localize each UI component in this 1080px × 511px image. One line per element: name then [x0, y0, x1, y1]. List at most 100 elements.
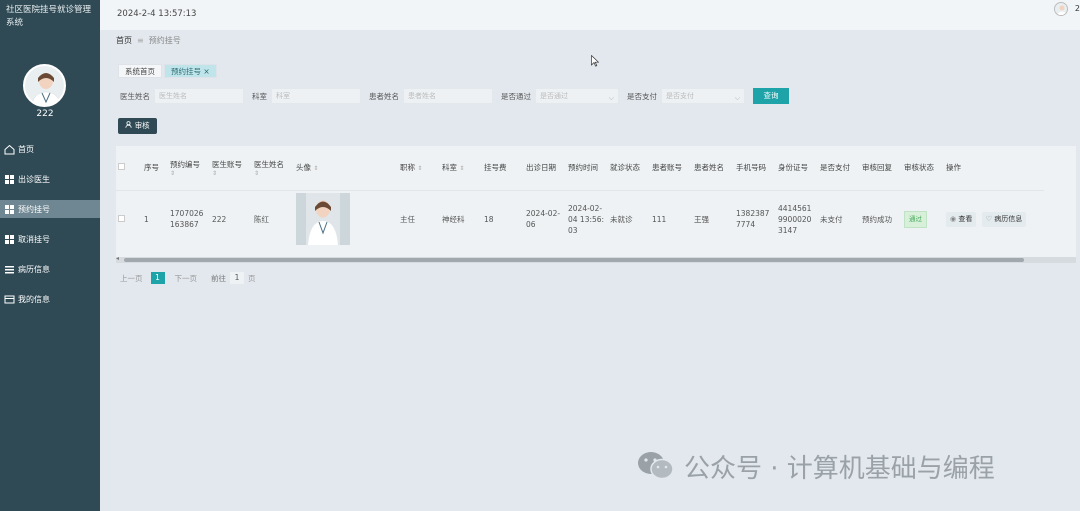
next-page-button[interactable]: 下一页: [175, 273, 198, 284]
grid-icon: [3, 203, 15, 215]
pagination: 上一页 1 下一页 前往 1 页: [120, 272, 256, 284]
sidebar-item-home[interactable]: 首页: [0, 134, 100, 164]
tab-appointment[interactable]: 预约挂号 ×: [164, 64, 217, 78]
table-header-row: 序号 预约编号 ⇕ 医生账号 ⇕ 医生姓名 ⇕ 头像 ⇕ 职称 ⇕ 科室 ⇕ 挂号费 …: [116, 146, 1044, 190]
page-suffix: 页: [248, 273, 256, 283]
col-header: 审核状态: [904, 163, 934, 173]
passed-select-placeholder: 是否通过: [540, 92, 568, 100]
sidebar-item-appointment[interactable]: 预约挂号: [0, 200, 100, 218]
table-horizontal-scrollbar[interactable]: ◂: [116, 255, 1076, 263]
paid-label: 是否支付: [627, 91, 657, 101]
col-header: 操作: [946, 163, 961, 173]
sidebar-item-label: 取消挂号: [18, 234, 50, 244]
home-icon: [3, 143, 15, 155]
breadcrumb-separator: ≡: [137, 36, 144, 45]
col-header-label: 医生姓名: [254, 159, 284, 169]
row-checkbox[interactable]: [118, 214, 125, 222]
grid-icon: [3, 173, 15, 185]
watermark-text: 公众号 · 计算机基础与编程: [684, 453, 995, 484]
cell-visit-date: 2024-02-06: [524, 189, 566, 248]
sidebar-item-doctors[interactable]: 出诊医生: [0, 164, 100, 194]
prev-page-button[interactable]: 上一页: [120, 273, 143, 284]
doctor-name-label: 医生姓名: [120, 91, 150, 101]
cell-appt-time: 2024-02-04 13:56:03: [566, 189, 608, 248]
doctor-avatar-image: [25, 66, 64, 105]
select-all-cell[interactable]: [116, 146, 142, 190]
eye-icon: ◉: [950, 214, 957, 223]
sidebar-item-cancel[interactable]: 取消挂号: [0, 224, 100, 254]
col-header[interactable]: 医生姓名 ⇕: [252, 146, 294, 190]
doctor-photo-image: [296, 193, 350, 246]
col-header[interactable]: 预约编号 ⇕: [168, 146, 210, 190]
row-select-cell[interactable]: [116, 189, 142, 248]
top-header: 2024-2-4 13:57:13 2: [100, 0, 1080, 30]
breadcrumb-home[interactable]: 首页: [116, 36, 132, 45]
patient-name-input[interactable]: 患者姓名: [403, 88, 493, 104]
view-button[interactable]: ◉ 查看: [946, 211, 977, 227]
paid-select[interactable]: 是否支付 ⌵: [661, 88, 745, 104]
col-header-label: 科室: [442, 163, 457, 173]
col-header[interactable]: 科室 ⇕: [440, 146, 482, 190]
cell-audit-reply: 预约成功: [860, 189, 902, 248]
col-header: 就诊状态: [610, 163, 640, 173]
sort-icon[interactable]: ⇕: [170, 170, 208, 177]
sort-icon[interactable]: ⇕: [459, 165, 464, 172]
doctor-avatar-image: [1055, 3, 1067, 15]
current-datetime: 2024-2-4 13:57:13: [117, 9, 197, 19]
user-name: 222: [36, 109, 54, 119]
page-number-current[interactable]: 1: [150, 272, 165, 284]
col-header: 患者账号: [652, 163, 682, 173]
breadcrumb-current: 预约挂号: [148, 36, 181, 45]
tab-system-home[interactable]: 系统首页: [118, 64, 162, 78]
medical-record-button[interactable]: ♡ 病历信息: [981, 211, 1027, 227]
doctor-name-input[interactable]: 医生姓名: [154, 88, 244, 104]
audit-button[interactable]: 审核: [118, 118, 157, 134]
col-header[interactable]: 头像 ⇕: [294, 146, 398, 190]
cell-patient-name: 王强: [692, 189, 734, 248]
sidebar-item-profile[interactable]: 我的信息: [0, 284, 100, 314]
card-icon: [3, 293, 15, 305]
sidebar-item-label: 我的信息: [18, 294, 50, 304]
paid-select-placeholder: 是否支付: [666, 92, 694, 100]
goto-page-input[interactable]: 1: [230, 272, 244, 284]
query-button[interactable]: 查询: [753, 88, 789, 104]
breadcrumb: 首页 ≡ 预约挂号: [116, 35, 181, 46]
sidebar-item-records[interactable]: 病历信息: [0, 254, 100, 284]
cell-actions: ◉ 查看 ♡ 病历信息: [944, 189, 1044, 248]
sidebar-item-label: 出诊医生: [18, 174, 50, 184]
col-header[interactable]: 职称 ⇕: [398, 146, 440, 190]
col-header[interactable]: 医生账号 ⇕: [210, 146, 252, 190]
cell-title: 主任: [398, 189, 440, 248]
select-all-checkbox[interactable]: [118, 163, 125, 171]
sort-icon[interactable]: ⇕: [212, 170, 250, 177]
sidebar-item-label: 首页: [18, 144, 34, 154]
main-content: 系统首页 预约挂号 × 医生姓名 医生姓名 科室 科室 患者姓名 患者姓名 是否…: [112, 58, 1080, 511]
chevron-down-icon: ⌵: [608, 94, 614, 102]
passed-select[interactable]: 是否通过 ⌵: [535, 88, 619, 104]
status-badge: 通过: [904, 210, 927, 228]
header-avatar[interactable]: [1054, 2, 1068, 16]
cell-photo: [294, 189, 398, 248]
audit-button-label: 审核: [134, 121, 150, 130]
cell-doctor-account: 222: [210, 189, 252, 248]
sidebar-item-label: 预约挂号: [18, 204, 50, 214]
scrollbar-thumb[interactable]: [124, 258, 1024, 262]
appointment-table: 序号 预约编号 ⇕ 医生账号 ⇕ 医生姓名 ⇕ 头像 ⇕ 职称 ⇕ 科室 ⇕ 挂号费 …: [116, 146, 1076, 258]
sidebar-item-label: 病历信息: [18, 264, 50, 274]
scroll-left-icon[interactable]: ◂: [116, 255, 119, 262]
user-avatar[interactable]: [23, 64, 66, 107]
col-header: 患者姓名: [694, 163, 724, 173]
col-header: 预约时间: [568, 163, 598, 173]
search-filter-bar: 医生姓名 医生姓名 科室 科室 患者姓名 患者姓名 是否通过 是否通过 ⌵ 是否…: [112, 86, 1080, 106]
header-username[interactable]: 2: [1075, 4, 1080, 13]
dept-label: 科室: [252, 91, 267, 101]
table-row: 1 1707026163867 222 陈红 主任 神经科 18 2024-02…: [116, 189, 1044, 248]
wechat-icon: [638, 452, 674, 480]
sort-icon[interactable]: ⇕: [313, 165, 318, 172]
dept-input[interactable]: 科室: [271, 88, 361, 104]
sort-icon[interactable]: ⇕: [254, 170, 292, 177]
sort-icon[interactable]: ⇕: [417, 165, 422, 172]
col-header: 挂号费: [484, 163, 507, 173]
goto-label: 前往: [211, 273, 226, 283]
sidebar: 社区医院挂号就诊管理系统 222 首页 出诊医生 预约挂号 取消挂号 病历信息 …: [0, 0, 100, 511]
